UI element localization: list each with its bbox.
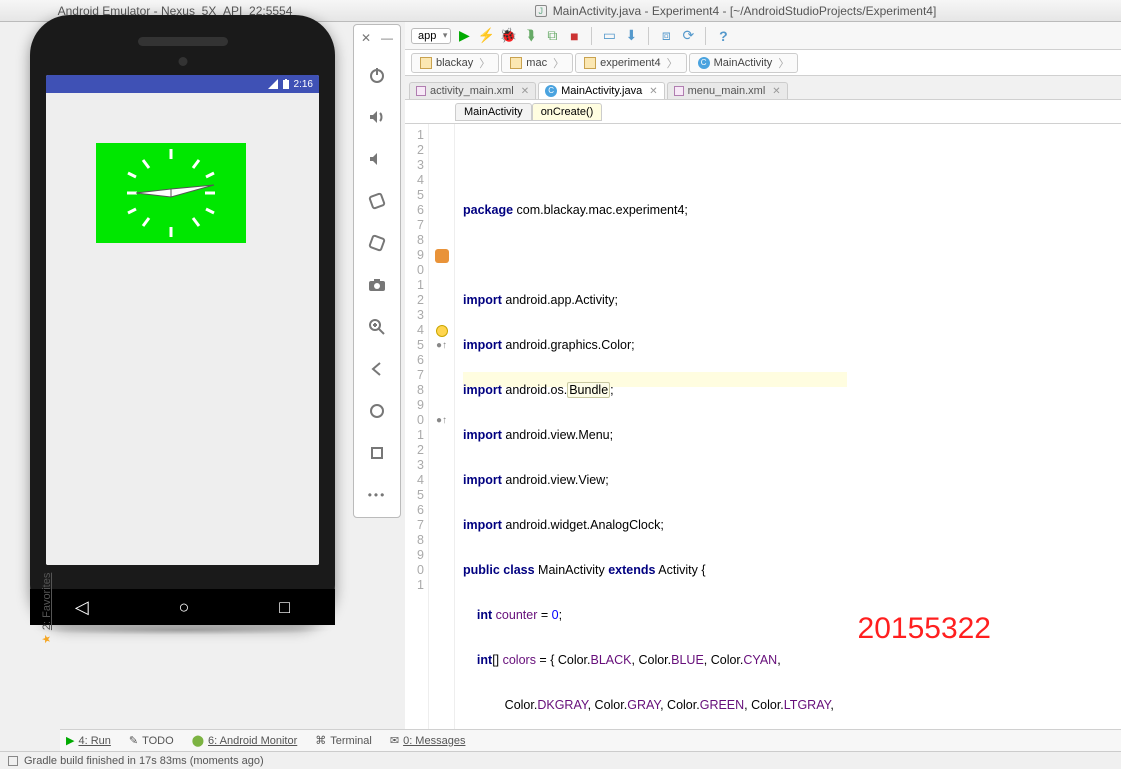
status-time: 2:16 xyxy=(294,79,313,90)
code-editor[interactable]: 1234567890123456789012345678901 ●↑●↑ pac… xyxy=(405,124,1121,734)
project-structure-button[interactable]: ⧈ xyxy=(657,27,675,45)
context-crumbs: MainActivity onCreate() xyxy=(405,100,1121,124)
status-square-icon xyxy=(8,756,18,766)
overview-icon[interactable] xyxy=(365,441,389,465)
volume-down-icon[interactable] xyxy=(365,147,389,171)
favorites-side-tab[interactable]: ★2: Favorites xyxy=(40,573,53,644)
emu-close-button[interactable]: ✕ xyxy=(361,31,371,45)
rotate-right-icon[interactable] xyxy=(365,231,389,255)
profile-button[interactable]: ⧉ xyxy=(543,27,561,45)
emulator-control-panel: ✕ — ••• xyxy=(353,24,401,518)
folder-icon xyxy=(510,57,522,69)
code-area[interactable]: package com.blackay.mac.experiment4; imp… xyxy=(455,124,847,734)
watermark-text: 20155322 xyxy=(858,612,991,646)
emu-minimize-button[interactable]: — xyxy=(381,31,393,45)
class-icon: C xyxy=(545,85,557,97)
signal-icon xyxy=(268,79,278,89)
editor-tabs: activity_main.xml✕ CMainActivity.java✕ m… xyxy=(405,76,1121,100)
sdk-button[interactable]: ⬇ xyxy=(622,27,640,45)
xml-icon xyxy=(416,86,426,96)
crumb-mainactivity[interactable]: CMainActivity〉 xyxy=(689,53,799,73)
tool-android-monitor[interactable]: ⬤6: Android Monitor xyxy=(192,734,298,747)
nav-back-icon[interactable]: ◁ xyxy=(75,597,89,618)
ide-window-title-text: MainActivity.java - Experiment4 - [~/And… xyxy=(553,0,937,22)
sync-button[interactable]: ⟳ xyxy=(679,27,697,45)
android-status-bar: 2:16 xyxy=(46,75,319,93)
battery-icon xyxy=(282,79,290,89)
tab-menu-main-xml[interactable]: menu_main.xml✕ xyxy=(667,82,788,99)
phone-speaker xyxy=(138,37,228,46)
crumb-blackay[interactable]: blackay〉 xyxy=(411,53,499,73)
home-icon[interactable] xyxy=(365,399,389,423)
apply-changes-button[interactable]: ⚡ xyxy=(477,27,495,45)
stop-button[interactable]: ■ xyxy=(565,27,583,45)
more-icon[interactable]: ••• xyxy=(365,483,389,507)
help-button[interactable]: ? xyxy=(714,27,732,45)
back-icon[interactable] xyxy=(365,357,389,381)
bottom-tool-window-bar: ▶4: Run ✎TODO ⬤6: Android Monitor ⌘Termi… xyxy=(60,729,1121,751)
ide-toolbar: app ▶ ⚡ 🐞 ⮯ ⧉ ■ ▭ ⬇ ⧈ ⟳ ? xyxy=(405,22,1121,50)
ide-panel: app ▶ ⚡ 🐞 ⮯ ⧉ ■ ▭ ⬇ ⧈ ⟳ ? blackay〉 mac〉 … xyxy=(405,22,1121,734)
emulator-phone: 2:16 xyxy=(30,15,335,625)
tool-run[interactable]: ▶4: Run xyxy=(66,734,111,747)
xml-icon xyxy=(674,86,684,96)
ctx-method[interactable]: onCreate() xyxy=(532,103,603,121)
power-icon[interactable] xyxy=(365,63,389,87)
crumb-experiment4[interactable]: experiment4〉 xyxy=(575,53,687,73)
line-numbers: 1234567890123456789012345678901 xyxy=(405,124,429,734)
tool-messages[interactable]: ✉0: Messages xyxy=(390,734,466,747)
folder-icon xyxy=(584,57,596,69)
ide-window-title: J MainActivity.java - Experiment4 - [~/A… xyxy=(350,0,1121,22)
analog-clock-widget[interactable] xyxy=(96,143,246,243)
close-icon[interactable]: ✕ xyxy=(521,86,529,97)
star-icon: ★ xyxy=(40,634,53,644)
status-bar: Gradle build finished in 17s 83ms (momen… xyxy=(0,751,1121,769)
phone-camera xyxy=(178,57,187,66)
avd-button[interactable]: ▭ xyxy=(600,27,618,45)
camera-icon[interactable] xyxy=(365,273,389,297)
nav-home-icon[interactable]: ○ xyxy=(179,597,190,618)
android-nav-bar: ◁ ○ □ xyxy=(30,589,335,625)
debug-button[interactable]: 🐞 xyxy=(499,27,517,45)
close-icon[interactable]: ✕ xyxy=(649,86,657,97)
nav-overview-icon[interactable]: □ xyxy=(279,597,290,618)
breadcrumb-bar: blackay〉 mac〉 experiment4〉 CMainActivity… xyxy=(405,50,1121,76)
java-file-icon: J xyxy=(535,5,547,17)
tab-activity-main-xml[interactable]: activity_main.xml✕ xyxy=(409,82,536,99)
crumb-mac[interactable]: mac〉 xyxy=(501,53,573,73)
attach-button[interactable]: ⮯ xyxy=(521,27,539,45)
ctx-class[interactable]: MainActivity xyxy=(455,103,532,121)
run-button[interactable]: ▶ xyxy=(455,27,473,45)
class-icon: C xyxy=(698,57,710,69)
volume-up-icon[interactable] xyxy=(365,105,389,129)
status-message: Gradle build finished in 17s 83ms (momen… xyxy=(24,755,264,767)
gutter-marks: ●↑●↑ xyxy=(429,124,455,734)
folder-icon xyxy=(420,57,432,69)
close-icon[interactable]: ✕ xyxy=(772,86,780,97)
tool-terminal[interactable]: ⌘Terminal xyxy=(315,734,372,747)
tab-mainactivity-java[interactable]: CMainActivity.java✕ xyxy=(538,82,665,99)
run-config-dropdown[interactable]: app xyxy=(411,28,451,44)
zoom-icon[interactable] xyxy=(365,315,389,339)
rotate-left-icon[interactable] xyxy=(365,189,389,213)
tool-todo[interactable]: ✎TODO xyxy=(129,734,174,747)
